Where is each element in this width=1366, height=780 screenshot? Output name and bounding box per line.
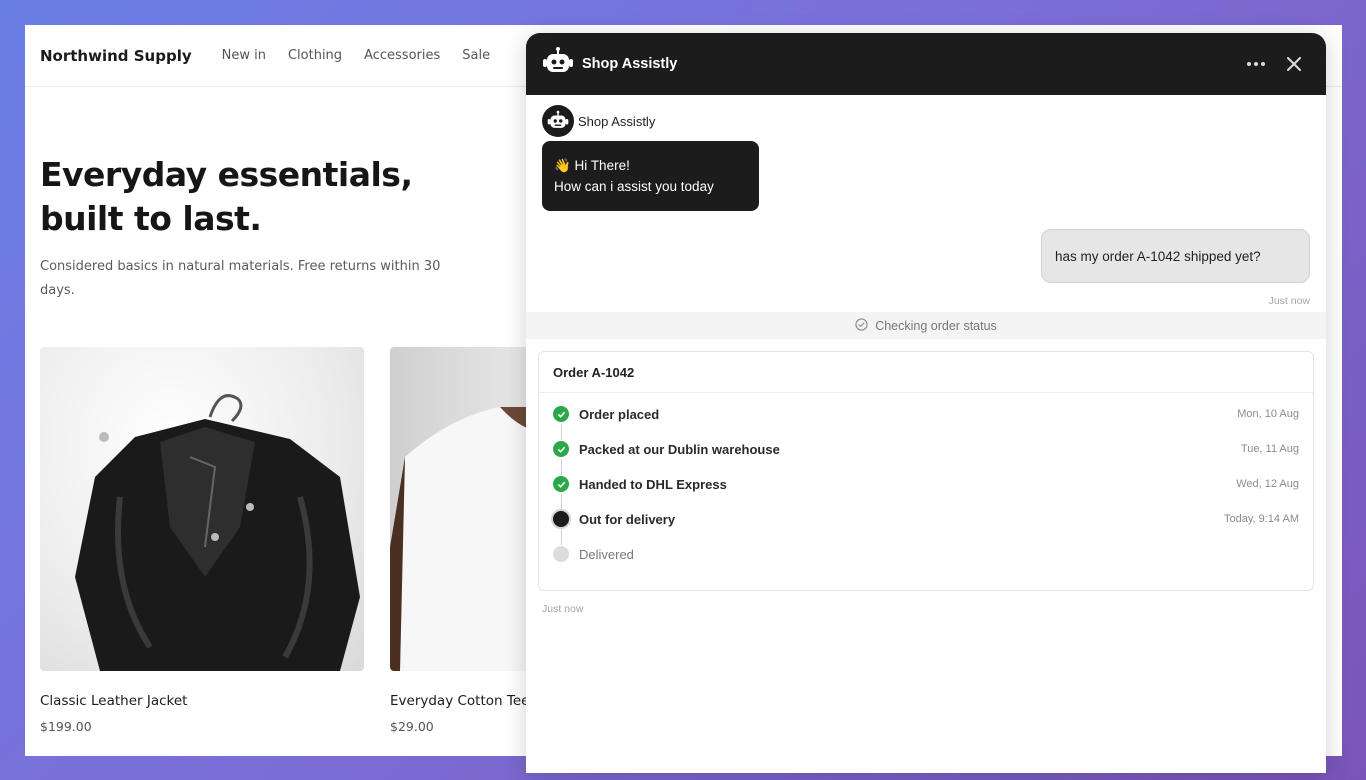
bot-message-timestamp: Just now xyxy=(542,603,584,615)
order-title: Order A-1042 xyxy=(539,352,1313,393)
nav-item-sale[interactable]: Sale xyxy=(462,48,490,63)
bot-identity: Shop Assistly xyxy=(542,105,655,137)
chat-header: Shop Assistly xyxy=(526,33,1326,95)
timeline-step: Packed at our Dublin warehouse Tue, 11 A… xyxy=(539,440,1313,475)
chat-widget: Shop Assistly Shop Assistly 👋 Hi There! … xyxy=(526,33,1326,773)
timeline-step: Order placed Mon, 10 Aug xyxy=(539,405,1313,440)
user-message-bubble: has my order A-1042 shipped yet? xyxy=(1041,229,1310,283)
order-timeline: Order placed Mon, 10 Aug Packed at our D… xyxy=(539,393,1313,580)
step-label: Handed to DHL Express xyxy=(579,477,727,492)
step-complete-icon xyxy=(553,406,569,422)
main-nav: New in Clothing Accessories Sale xyxy=(222,48,490,63)
more-options-icon[interactable] xyxy=(1246,54,1266,74)
hero-subtitle: Considered basics in natural materials. … xyxy=(40,259,441,298)
step-date: Today, 9:14 AM xyxy=(1223,513,1299,525)
timeline-step: Delivered xyxy=(539,545,1313,580)
nav-item-clothing[interactable]: Clothing xyxy=(288,48,342,63)
step-label: Delivered xyxy=(579,547,634,562)
step-current-icon xyxy=(553,511,569,527)
step-label: Order placed xyxy=(579,407,660,422)
check-circle-icon xyxy=(855,317,868,334)
timeline-step: Out for delivery Today, 9:14 AM xyxy=(539,510,1313,545)
step-complete-icon xyxy=(553,441,569,457)
step-label: Packed at our Dublin warehouse xyxy=(579,442,780,457)
user-message-timestamp: Just now xyxy=(1268,295,1310,307)
close-icon[interactable] xyxy=(1284,54,1304,74)
timeline-connector xyxy=(560,494,562,510)
bot-name: Shop Assistly xyxy=(578,113,656,129)
product-card[interactable]: Classic Leather Jacket $199.00 xyxy=(40,347,364,734)
hero: Everyday essentials, built to last. Cons… xyxy=(40,153,460,303)
timeline-step: Handed to DHL Express Wed, 12 Aug xyxy=(539,475,1313,510)
product-image-leather-jacket[interactable] xyxy=(40,347,364,671)
order-status-card: Order A-1042 Order placed Mon, 10 Aug Pa… xyxy=(538,351,1314,591)
bot-avatar-icon xyxy=(542,105,574,137)
chat-header-actions xyxy=(1246,54,1304,74)
hero-title: Everyday essentials, built to last. xyxy=(40,153,460,241)
product-name[interactable]: Classic Leather Jacket xyxy=(40,693,364,709)
status-text: Checking order status xyxy=(875,318,997,333)
nav-item-new-in[interactable]: New in xyxy=(222,48,266,63)
timeline-connector xyxy=(560,529,562,545)
timeline-connector xyxy=(560,459,562,475)
step-date: Tue, 11 Aug xyxy=(1240,443,1299,455)
bot-logo-icon xyxy=(542,46,574,83)
step-date: Mon, 10 Aug xyxy=(1237,408,1299,420)
brand-logo[interactable]: Northwind Supply xyxy=(40,47,192,65)
hero-title-line2: built to last. xyxy=(40,199,262,238)
step-pending-icon xyxy=(553,546,569,562)
jacket-image xyxy=(75,394,360,671)
step-date: Wed, 12 Aug xyxy=(1236,478,1299,490)
tool-status-bar: Checking order status xyxy=(526,312,1326,339)
step-label: Out for delivery xyxy=(579,512,676,527)
timeline-connector xyxy=(560,424,562,440)
product-price: $199.00 xyxy=(40,719,92,734)
hero-title-line1: Everyday essentials, xyxy=(40,155,413,194)
greeting-line: How can i assist you today xyxy=(554,179,714,194)
greeting-line: 👋 Hi There! xyxy=(554,158,630,173)
chat-title: Shop Assistly xyxy=(582,56,678,72)
step-complete-icon xyxy=(553,476,569,492)
bot-greeting-bubble: 👋 Hi There! How can i assist you today xyxy=(542,141,759,211)
nav-item-accessories[interactable]: Accessories xyxy=(364,48,440,63)
